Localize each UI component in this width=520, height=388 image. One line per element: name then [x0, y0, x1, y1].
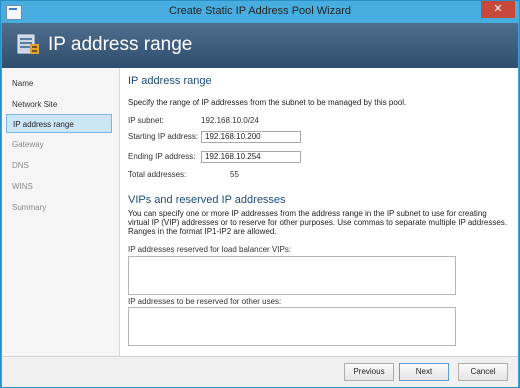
- nav-item-summary: Summary: [12, 203, 47, 212]
- next-button[interactable]: Next: [399, 363, 449, 381]
- reserved-ips-label: IP addresses to be reserved for other us…: [128, 297, 282, 306]
- start-ip-label: Starting IP address:: [128, 132, 199, 141]
- nav-item-wins: WINS: [12, 182, 33, 191]
- wizard-footer: Previous Next Cancel: [2, 356, 518, 387]
- nav-item-dns: DNS: [12, 161, 29, 170]
- vips-heading: VIPs and reserved IP addresses: [128, 194, 286, 206]
- total-addresses-value: 55: [230, 170, 239, 179]
- lb-vips-textarea[interactable]: [128, 256, 456, 295]
- subnet-value: 192.168.10.0/24: [201, 116, 259, 125]
- total-addresses-label: Total addresses:: [128, 170, 187, 179]
- nav-item-network-site[interactable]: Network Site: [6, 95, 112, 114]
- nav-item-ip-address-range[interactable]: IP address range: [6, 114, 112, 133]
- close-button[interactable]: ✕: [481, 1, 515, 18]
- wizard-steps-nav: Name Network Site IP address range Gatew…: [2, 68, 120, 356]
- end-ip-input[interactable]: [201, 151, 301, 163]
- lb-vips-label: IP addresses reserved for load balancer …: [128, 245, 292, 254]
- wizard-body: Name Network Site IP address range Gatew…: [2, 68, 518, 356]
- nav-item-gateway: Gateway: [12, 140, 44, 149]
- range-heading: IP address range: [128, 75, 212, 87]
- content-pane: IP address range Specify the range of IP…: [128, 68, 513, 356]
- reserved-ips-textarea[interactable]: [128, 307, 456, 346]
- page-title: IP address range: [48, 34, 193, 55]
- server-network-icon: [17, 34, 39, 54]
- window-title: Create Static IP Address Pool Wizard: [169, 5, 351, 17]
- end-ip-label: Ending IP address:: [128, 152, 196, 161]
- wizard-window: Create Static IP Address Pool Wizard ✕ I…: [0, 0, 520, 388]
- range-description: Specify the range of IP addresses from t…: [128, 98, 407, 107]
- subnet-label: IP subnet:: [128, 116, 164, 125]
- start-ip-input[interactable]: [201, 131, 301, 143]
- title-bar[interactable]: Create Static IP Address Pool Wizard ✕: [1, 1, 519, 23]
- nav-item-name[interactable]: Name: [6, 74, 112, 93]
- wizard-header: IP address range: [2, 23, 518, 68]
- cancel-button[interactable]: Cancel: [458, 363, 508, 381]
- vips-description: You can specify one or more IP addresses…: [128, 209, 507, 236]
- previous-button[interactable]: Previous: [344, 363, 394, 381]
